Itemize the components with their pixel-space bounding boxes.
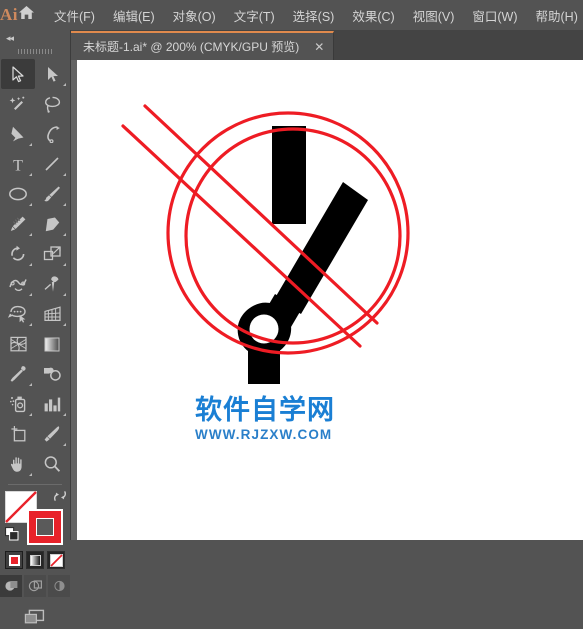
- tool-flyout-indicator: [29, 143, 32, 146]
- screen-mode-row: [0, 605, 70, 629]
- free-transform-tool[interactable]: [35, 269, 69, 299]
- tool-flyout-indicator: [63, 323, 66, 326]
- tool-flyout-indicator: [29, 263, 32, 266]
- gradient-tool[interactable]: [35, 329, 69, 359]
- mesh-tool[interactable]: [1, 329, 35, 359]
- tool-flyout-indicator: [29, 473, 32, 476]
- tool-flyout-indicator: [29, 293, 32, 296]
- column-graph-tool[interactable]: [35, 389, 69, 419]
- menu-edit[interactable]: 编辑(E): [104, 0, 164, 30]
- menu-file[interactable]: 文件(F): [45, 0, 104, 30]
- tool-flyout-indicator: [63, 233, 66, 236]
- tool-flyout-indicator: [63, 263, 66, 266]
- color-mode-button[interactable]: [5, 551, 23, 569]
- tool-flyout-indicator: [63, 83, 66, 86]
- eyedropper-tool[interactable]: [1, 359, 35, 389]
- color-swatch-icon: [9, 555, 20, 566]
- home-icon: [18, 5, 35, 25]
- artwork-no-wiper-prohibition-sign[interactable]: [77, 60, 583, 540]
- menu-object[interactable]: 对象(O): [164, 0, 225, 30]
- draw-normal-button[interactable]: [0, 575, 22, 597]
- swap-fill-stroke-icon[interactable]: [53, 489, 67, 503]
- blend-tool[interactable]: [35, 359, 69, 389]
- svg-text:T: T: [13, 157, 23, 173]
- panel-drag-handle[interactable]: [0, 46, 70, 57]
- selection-tool[interactable]: [1, 59, 35, 89]
- menu-select[interactable]: 选择(S): [284, 0, 344, 30]
- width-warp-tool[interactable]: [1, 269, 35, 299]
- zoom-tool[interactable]: [35, 449, 69, 479]
- artboard[interactable]: 软件自学网 WWW.RJZXW.COM: [77, 60, 583, 540]
- type-tool[interactable]: T: [1, 149, 35, 179]
- close-icon[interactable]: ✕: [311, 39, 327, 55]
- menu-effect[interactable]: 效果(C): [343, 0, 403, 30]
- draw-behind-button[interactable]: [24, 575, 46, 597]
- slice-tool[interactable]: [35, 419, 69, 449]
- canvas-area[interactable]: 软件自学网 WWW.RJZXW.COM: [71, 60, 583, 540]
- menu-items: 文件(F) 编辑(E) 对象(O) 文字(T) 选择(S) 效果(C) 视图(V…: [45, 0, 583, 30]
- tool-flyout-indicator: [63, 293, 66, 296]
- draw-inside-button[interactable]: [48, 575, 70, 597]
- document-tab-bar: 未标题-1.ai* @ 200% (CMYK/GPU 预览) ✕: [71, 30, 583, 60]
- tool-flyout-indicator: [63, 413, 66, 416]
- artboard-tool[interactable]: [1, 419, 35, 449]
- shaper-pencil-tool[interactable]: [1, 209, 35, 239]
- gradient-mode-button[interactable]: [26, 551, 44, 569]
- default-fill-stroke-icon[interactable]: [5, 527, 19, 541]
- magic-wand-tool[interactable]: [1, 89, 35, 119]
- perspective-grid-tool[interactable]: [35, 299, 69, 329]
- illustrator-window: Ai 文件(F) 编辑(E) 对象(O) 文字(T) 选择(S) 效果(C) 视…: [0, 0, 583, 540]
- pen-tool[interactable]: [1, 119, 35, 149]
- symbol-sprayer-tool[interactable]: [1, 389, 35, 419]
- eraser-tool[interactable]: [35, 209, 69, 239]
- tool-grid: T: [0, 59, 70, 479]
- document-tab-title: 未标题-1.ai* @ 200% (CMYK/GPU 预览): [83, 38, 299, 55]
- tool-flyout-indicator: [63, 203, 66, 206]
- menu-bar: Ai 文件(F) 编辑(E) 对象(O) 文字(T) 选择(S) 效果(C) 视…: [0, 0, 583, 30]
- curvature-tool[interactable]: [35, 119, 69, 149]
- menu-help[interactable]: 帮助(H): [527, 0, 583, 30]
- none-swatch-icon: [50, 554, 63, 567]
- ellipse-tool[interactable]: [1, 179, 35, 209]
- tool-flyout-indicator: [29, 233, 32, 236]
- line-segment-tool[interactable]: [35, 149, 69, 179]
- scale-tool[interactable]: [35, 239, 69, 269]
- document-tab[interactable]: 未标题-1.ai* @ 200% (CMYK/GPU 预览) ✕: [71, 31, 334, 60]
- rotate-tool[interactable]: [1, 239, 35, 269]
- menu-type[interactable]: 文字(T): [225, 0, 284, 30]
- tool-flyout-indicator: [29, 173, 32, 176]
- menu-view[interactable]: 视图(V): [404, 0, 464, 30]
- tool-flyout-indicator: [29, 383, 32, 386]
- shape-builder-tool[interactable]: [1, 299, 35, 329]
- tool-flyout-indicator: [29, 413, 32, 416]
- draw-mode-buttons: [0, 575, 70, 597]
- fill-stroke-controls: [5, 489, 65, 545]
- collapse-panel-button[interactable]: ◂◂: [0, 30, 70, 46]
- tool-flyout-indicator: [29, 203, 32, 206]
- home-button[interactable]: [18, 0, 35, 30]
- app-logo: Ai: [0, 0, 18, 30]
- tool-flyout-indicator: [63, 173, 66, 176]
- tool-flyout-indicator: [29, 323, 32, 326]
- none-mode-button[interactable]: [47, 551, 65, 569]
- direct-selection-tool[interactable]: [35, 59, 69, 89]
- paintbrush-tool[interactable]: [35, 179, 69, 209]
- tool-flyout-indicator: [63, 443, 66, 446]
- menu-window[interactable]: 窗口(W): [463, 0, 526, 30]
- tools-panel: ◂◂ T: [0, 30, 71, 540]
- screen-mode-button[interactable]: [18, 605, 52, 629]
- hand-tool[interactable]: [1, 449, 35, 479]
- gradient-swatch-icon: [30, 555, 41, 566]
- lasso-tool[interactable]: [35, 89, 69, 119]
- paint-mode-buttons: [0, 551, 70, 569]
- toolbar-divider: [8, 484, 62, 485]
